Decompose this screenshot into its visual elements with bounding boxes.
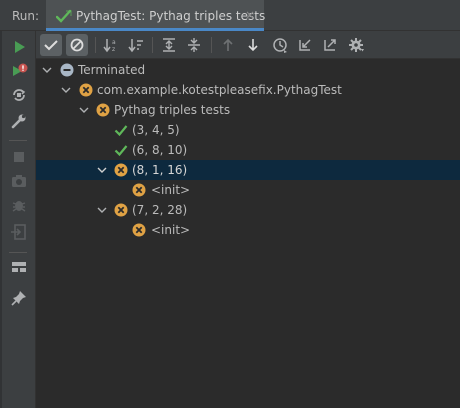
test-case-label: (8, 1, 16) — [132, 163, 188, 177]
close-tab-icon[interactable]: × — [245, 8, 255, 22]
chevron-down-icon[interactable] — [42, 65, 52, 75]
show-passed-icon — [44, 40, 58, 51]
stop-icon[interactable] — [10, 148, 28, 166]
test-step-label: <init> — [151, 183, 191, 197]
history-icon — [273, 38, 287, 53]
history-button[interactable] — [269, 34, 291, 56]
chevron-down-icon[interactable] — [97, 165, 107, 175]
test-failed-icon — [132, 223, 146, 237]
sort-duration-button[interactable] — [125, 34, 147, 56]
test-case-row[interactable]: (7, 2, 28) — [36, 200, 460, 220]
test-failed-icon — [96, 103, 110, 117]
test-results-tree: Terminated com.example.kotestpleasefix.P… — [36, 59, 460, 408]
run-tab-title: PythagTest: Pythag triples tests — [76, 9, 266, 23]
camera-icon[interactable] — [10, 172, 28, 190]
side-strip — [0, 31, 2, 408]
test-case-label: (3, 4, 5) — [132, 123, 180, 137]
settings-button[interactable] — [346, 34, 368, 56]
svg-text:a: a — [112, 39, 116, 46]
export-tests-icon — [324, 39, 336, 51]
test-failed-icon — [114, 163, 128, 177]
toolbar-separator — [9, 140, 27, 141]
test-class-label: com.example.kotestpleasefix.PythagTest — [97, 83, 342, 97]
test-run-icon — [56, 9, 72, 23]
test-case-row[interactable]: (6, 8, 10) — [36, 140, 460, 160]
test-step-row[interactable]: <init> — [36, 220, 460, 240]
previous-failed-icon — [223, 38, 233, 51]
test-toolbar: az — [36, 31, 460, 59]
previous-failed-button[interactable] — [217, 34, 239, 56]
test-step-row[interactable]: <init> — [36, 180, 460, 200]
pin-icon[interactable] — [10, 289, 28, 307]
left-toolbar — [0, 31, 36, 408]
test-class-row[interactable]: com.example.kotestpleasefix.PythagTest — [36, 80, 460, 100]
import-tests-icon — [299, 39, 311, 51]
expand-all-icon — [163, 38, 175, 52]
test-failed-icon — [132, 183, 146, 197]
bug-icon[interactable] — [10, 196, 28, 214]
settings-icon — [349, 38, 364, 52]
collapse-all-icon — [188, 38, 200, 52]
test-suite-row[interactable]: Pythag triples tests — [36, 100, 460, 120]
toolbar-separator — [9, 252, 27, 253]
exit-icon[interactable] — [10, 223, 28, 241]
next-failed-icon — [248, 39, 258, 52]
layout-icon[interactable] — [10, 258, 28, 276]
rerun-icon[interactable] — [10, 38, 28, 56]
collapse-all-button[interactable] — [183, 34, 205, 56]
export-tests-button[interactable] — [319, 34, 341, 56]
sort-alpha-button[interactable]: az — [100, 34, 122, 56]
test-case-label: (6, 8, 10) — [132, 143, 188, 157]
terminated-icon — [60, 63, 74, 77]
sort-alpha-icon: az — [103, 39, 116, 53]
rerun-failed-icon[interactable] — [10, 62, 28, 80]
chevron-down-icon[interactable] — [97, 205, 107, 215]
toolbar-separator — [211, 37, 212, 53]
test-failed-icon — [79, 83, 93, 97]
show-ignored-icon — [70, 38, 84, 52]
show-ignored-button[interactable] — [66, 34, 88, 56]
toolbar-separator — [95, 37, 96, 53]
next-failed-button[interactable] — [242, 34, 264, 56]
test-case-row[interactable]: (3, 4, 5) — [36, 120, 460, 140]
tree-root-row[interactable]: Terminated — [36, 60, 460, 80]
svg-text:z: z — [112, 46, 115, 53]
run-tab[interactable]: PythagTest: Pythag triples tests × — [46, 0, 266, 31]
toolbar-separator — [152, 37, 153, 53]
test-suite-label: Pythag triples tests — [114, 103, 231, 117]
sort-duration-icon — [128, 39, 143, 53]
test-case-label: (7, 2, 28) — [132, 203, 188, 217]
wrench-icon[interactable] — [10, 112, 28, 130]
tree-root-label: Terminated — [78, 63, 146, 77]
test-case-row[interactable]: (8, 1, 16) — [36, 160, 460, 180]
test-passed-icon — [114, 145, 128, 157]
toggle-auto-test-icon[interactable] — [10, 86, 28, 104]
expand-all-button[interactable] — [158, 34, 180, 56]
test-failed-icon — [114, 203, 128, 217]
test-passed-icon — [114, 125, 128, 137]
import-tests-button[interactable] — [294, 34, 316, 56]
run-label: Run: — [12, 9, 40, 23]
run-tab-bar: Run: PythagTest: Pythag triples tests × — [0, 0, 460, 31]
chevron-down-icon[interactable] — [61, 85, 71, 95]
test-step-label: <init> — [151, 223, 191, 237]
show-passed-button[interactable] — [40, 34, 62, 56]
chevron-down-icon[interactable] — [79, 105, 89, 115]
